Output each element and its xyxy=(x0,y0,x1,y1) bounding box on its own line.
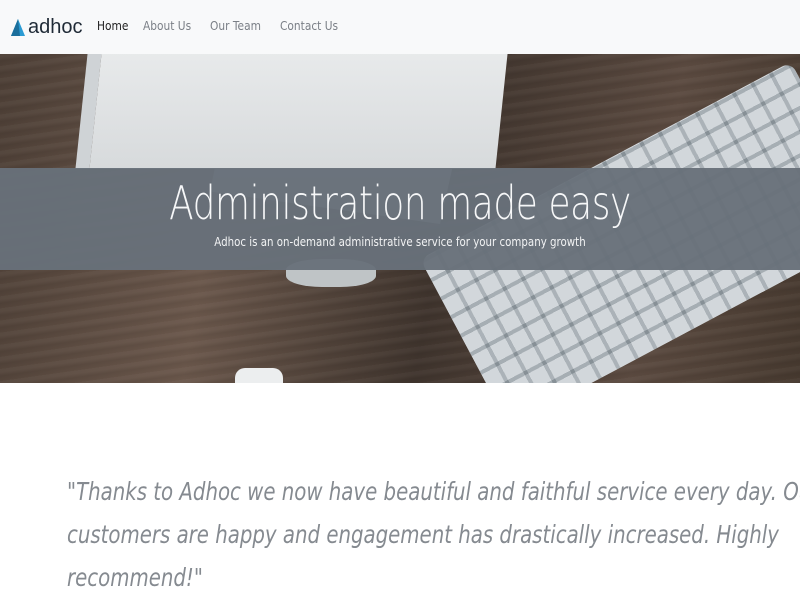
brand-name: adhoc xyxy=(28,15,83,38)
monitor-image xyxy=(75,54,509,169)
nav-menu: Home About Us Our Team Contact Us xyxy=(97,18,359,33)
nav-item-home[interactable]: Home xyxy=(97,18,128,33)
hero-caption-band: Administration made easy Adhoc is an on-… xyxy=(0,168,800,270)
brand-link[interactable]: adhoc xyxy=(10,16,83,39)
nav-item-about-us[interactable]: About Us xyxy=(143,18,191,33)
testimonial-line: customers are happy and engagement has d… xyxy=(67,520,779,549)
nav-item-contact-us[interactable]: Contact Us xyxy=(280,18,338,33)
hero-section: Administration made easy Adhoc is an on-… xyxy=(0,54,800,383)
triangle-logo-icon xyxy=(11,19,25,36)
testimonial-quote: "Thanks to Adhoc we now have beautiful a… xyxy=(67,470,800,599)
hero-title: Administration made easy xyxy=(169,176,631,230)
hero-subtitle: Adhoc is an on-demand administrative ser… xyxy=(214,234,586,249)
nav-item-our-team[interactable]: Our Team xyxy=(210,18,261,33)
testimonial-line: "Thanks to Adhoc we now have beautiful a… xyxy=(67,477,800,506)
testimonial-line: recommend!" xyxy=(67,563,203,592)
navbar: adhoc Home About Us Our Team Contact Us xyxy=(0,0,800,54)
mouse-image xyxy=(235,368,283,383)
